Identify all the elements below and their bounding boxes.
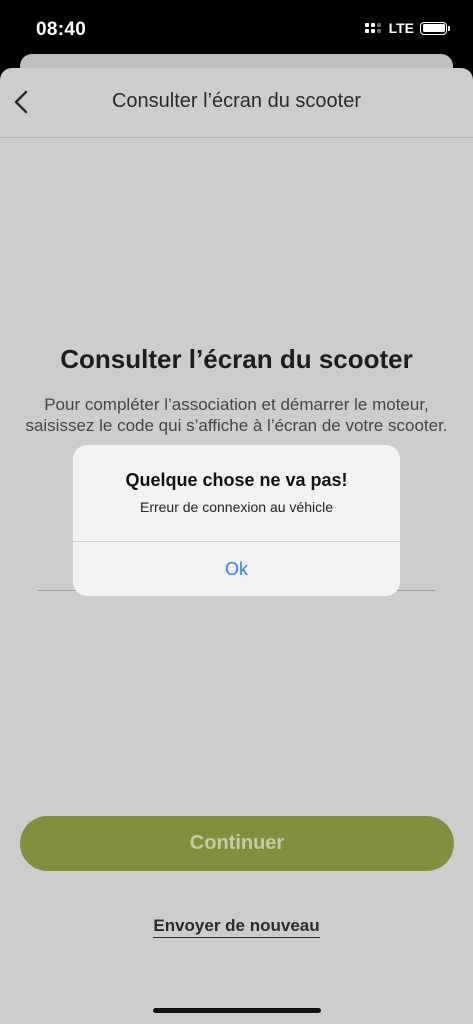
error-alert: Quelque chose ne va pas! Erreur de conne… — [73, 445, 400, 596]
alert-message: Erreur de connexion au véhicle — [139, 499, 333, 515]
resend-link-container: Envoyer de nouveau — [0, 916, 473, 938]
battery-icon — [420, 21, 450, 35]
status-time: 08:40 — [36, 19, 87, 40]
nav-title: Consulter l’écran du scooter — [111, 90, 361, 112]
resend-link[interactable]: Envoyer de nouveau — [153, 916, 320, 938]
navigation-bar: Consulter l’écran du scooter — [0, 68, 473, 138]
page-title: Consulter l’écran du scooter — [60, 344, 413, 374]
instructions-text: Pour compléter l’association et démarrer… — [25, 395, 448, 435]
network-type: LTE — [388, 20, 414, 36]
status-indicators: LTE — [364, 20, 450, 36]
continue-button[interactable]: Continuer — [20, 816, 454, 871]
signal-icon — [364, 23, 381, 33]
status-bar: 08:40 LTE — [0, 0, 473, 62]
alert-title: Quelque chose ne va pas! — [125, 470, 348, 490]
alert-ok-button[interactable]: Ok — [73, 542, 400, 596]
home-indicator — [153, 1008, 321, 1013]
